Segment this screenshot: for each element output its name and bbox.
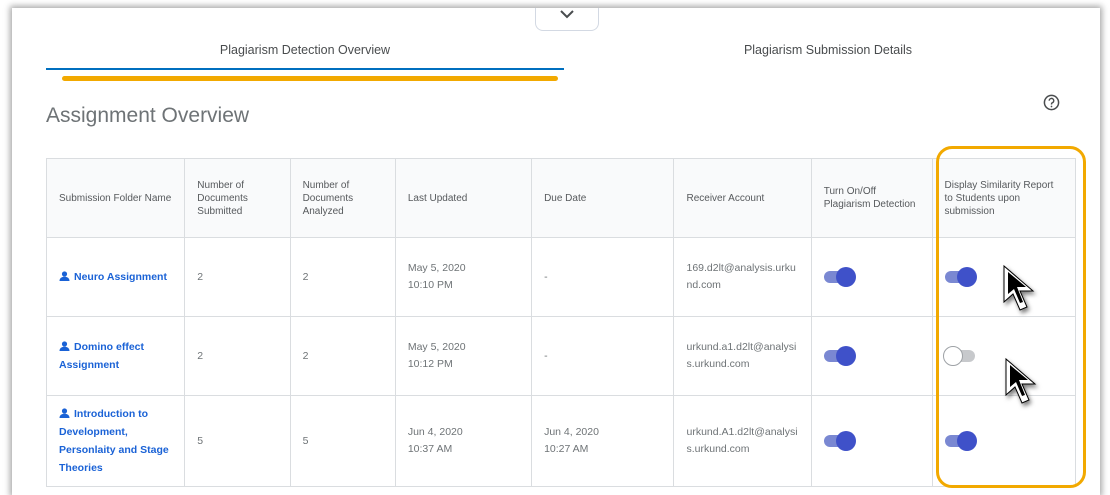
table-row: Neuro Assignment 2 2 May 5, 2020 10:10 P… xyxy=(45,237,1076,317)
display-toggle-cell xyxy=(931,316,1076,396)
last-updated-cell: Jun 4, 2020 10:37 AM xyxy=(394,395,533,487)
last-updated-time: 10:10 PM xyxy=(407,279,453,291)
page-title: Assignment Overview xyxy=(46,104,250,127)
header-display-similarity: Display Similarity Report to Students up… xyxy=(931,158,1076,238)
toggle-knob xyxy=(835,266,856,287)
folder-name: Introduction to Development, Personlaity… xyxy=(59,408,169,474)
due-date-cell: - xyxy=(531,237,675,317)
toggle-knob xyxy=(942,345,963,366)
header-last-updated: Last Updated xyxy=(394,158,533,238)
header-plagiarism-toggle: Turn On/Off Plagiarism Detection xyxy=(810,158,933,238)
last-updated-date: May 5, 2020 xyxy=(407,262,466,274)
folder-link[interactable]: Introduction to Development, Personlaity… xyxy=(59,405,172,477)
plagiarism-detection-toggle[interactable] xyxy=(823,266,856,287)
tab-bar: Plagiarism Detection Overview Plagiarism… xyxy=(46,32,1096,72)
folder-cell: Neuro Assignment xyxy=(45,237,186,317)
folder-link[interactable]: Domino effect Assignment xyxy=(59,338,172,374)
receiver-account: urkund.A1.d2lt@analysis.urkund.com xyxy=(673,395,812,487)
last-updated-date: May 5, 2020 xyxy=(407,341,466,353)
plagiarism-detection-toggle[interactable] xyxy=(823,345,856,366)
last-updated-time: 10:37 AM xyxy=(407,443,453,455)
tab-plagiarism-overview[interactable]: Plagiarism Detection Overview xyxy=(46,32,564,70)
toggle-knob xyxy=(956,430,977,451)
assignment-table: Submission Folder Name Number of Documen… xyxy=(45,158,1076,487)
due-date-cell: Jun 4, 2020 10:27 AM xyxy=(531,395,675,487)
documents-analyzed: 2 xyxy=(289,316,396,396)
chevron-down-icon xyxy=(560,9,574,18)
receiver-account: urkund.a1.d2lt@analysis.urkund.com xyxy=(673,316,812,396)
user-icon xyxy=(59,408,70,418)
documents-submitted: 2 xyxy=(184,316,291,396)
header-due-date: Due Date xyxy=(531,158,675,238)
user-icon xyxy=(59,271,70,281)
documents-submitted: 5 xyxy=(184,395,291,487)
toggle-knob xyxy=(956,266,977,287)
folder-link[interactable]: Neuro Assignment xyxy=(59,268,172,286)
due-date: - xyxy=(544,349,548,362)
receiver-account: 169.d2lt@analysis.urkund.com xyxy=(673,237,812,317)
help-icon[interactable] xyxy=(1043,94,1060,111)
header-documents-analyzed: Number of Documents Analyzed xyxy=(289,158,396,238)
tab-plagiarism-details[interactable]: Plagiarism Submission Details xyxy=(564,32,1092,68)
documents-analyzed: 5 xyxy=(289,395,396,487)
due-time: 10:27 AM xyxy=(544,443,589,455)
detection-toggle-cell xyxy=(810,316,933,396)
collapse-button[interactable] xyxy=(535,8,599,31)
table-row: Domino effect Assignment 2 2 May 5, 2020… xyxy=(45,316,1076,396)
display-toggle-cell xyxy=(931,395,1076,487)
header-documents-submitted: Number of Documents Submitted xyxy=(184,158,291,238)
last-updated-date: Jun 4, 2020 xyxy=(407,426,463,438)
documents-submitted: 2 xyxy=(184,237,291,317)
table-header-row: Submission Folder Name Number of Documen… xyxy=(45,158,1076,238)
display-similarity-toggle[interactable] xyxy=(944,430,977,451)
documents-analyzed: 2 xyxy=(289,237,396,317)
toggle-knob xyxy=(835,430,856,451)
display-similarity-toggle[interactable] xyxy=(942,345,975,366)
last-updated-time: 10:12 PM xyxy=(407,358,453,370)
folder-cell: Domino effect Assignment xyxy=(45,316,186,396)
due-date: - xyxy=(544,270,548,283)
table-row: Introduction to Development, Personlaity… xyxy=(45,395,1076,487)
folder-cell: Introduction to Development, Personlaity… xyxy=(45,395,186,487)
plagiarism-panel: Plagiarism Detection Overview Plagiarism… xyxy=(12,8,1100,495)
plagiarism-detection-toggle[interactable] xyxy=(823,430,856,451)
display-similarity-toggle[interactable] xyxy=(944,266,977,287)
tab-highlight-marker xyxy=(62,76,558,81)
header-folder-name: Submission Folder Name xyxy=(45,158,186,238)
due-date: Jun 4, 2020 xyxy=(544,426,599,438)
last-updated-cell: May 5, 2020 10:12 PM xyxy=(394,316,533,396)
display-toggle-cell xyxy=(931,237,1076,317)
due-date-cell: - xyxy=(531,316,675,396)
last-updated-cell: May 5, 2020 10:10 PM xyxy=(394,237,533,317)
header-receiver-account: Receiver Account xyxy=(673,158,812,238)
toggle-knob xyxy=(835,345,856,366)
folder-name: Neuro Assignment xyxy=(74,271,167,283)
user-icon xyxy=(59,341,70,351)
folder-name: Domino effect Assignment xyxy=(59,341,145,371)
detection-toggle-cell xyxy=(810,237,933,317)
detection-toggle-cell xyxy=(810,395,933,487)
